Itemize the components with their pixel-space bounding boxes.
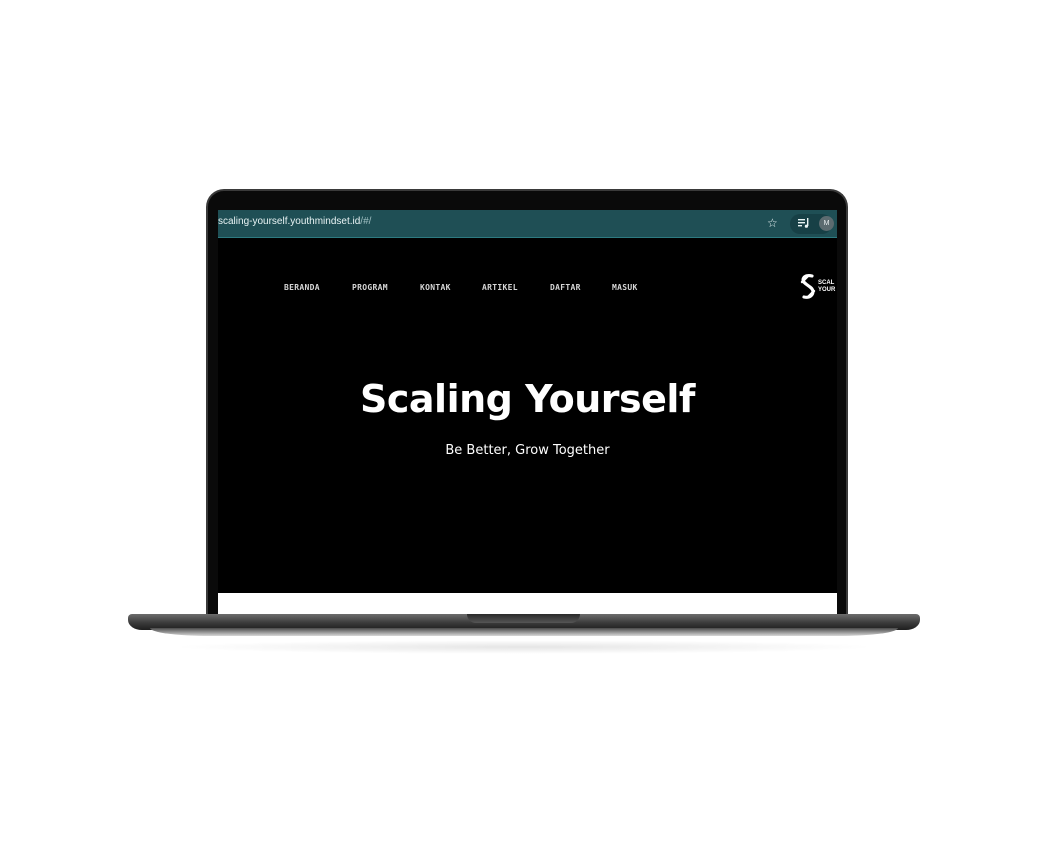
profile-avatar[interactable]: M	[819, 216, 834, 231]
url-path: /#/	[360, 216, 372, 227]
scaling-yourself-logo-icon	[800, 274, 816, 299]
nav-kontak[interactable]: KONTAK	[420, 283, 451, 292]
star-icon[interactable]: ☆	[767, 215, 778, 231]
hero-title: Scaling Yourself	[360, 377, 695, 421]
url-domain: scaling-yourself.youthmindset.id	[218, 216, 361, 227]
site-logo[interactable]: SCAL YOUR	[798, 272, 837, 302]
nav-program[interactable]: PROGRAM	[352, 283, 388, 292]
site-nav: BERANDA PROGRAM KONTAK ARTIKEL DAFTAR MA…	[218, 283, 837, 297]
next-section-edge	[218, 593, 837, 614]
logo-text: SCAL YOUR	[818, 280, 836, 293]
hero-subtitle: Be Better, Grow Together	[445, 443, 610, 458]
media-control-icon[interactable]	[798, 217, 810, 229]
browser-address-bar[interactable]: scaling-yourself.youthmindset.id/#/ ☆ M	[218, 210, 837, 238]
nav-masuk[interactable]: MASUK	[612, 283, 638, 292]
nav-beranda[interactable]: BERANDA	[284, 283, 320, 292]
laptop-screen: scaling-yourself.youthmindset.id/#/ ☆ M …	[218, 210, 837, 614]
laptop-notch	[467, 614, 580, 623]
laptop-shadow	[170, 640, 878, 654]
laptop-base-lip	[150, 628, 898, 636]
nav-artikel[interactable]: ARTIKEL	[482, 283, 518, 292]
url-text[interactable]: scaling-yourself.youthmindset.id/#/	[218, 216, 371, 227]
nav-daftar[interactable]: DAFTAR	[550, 283, 581, 292]
